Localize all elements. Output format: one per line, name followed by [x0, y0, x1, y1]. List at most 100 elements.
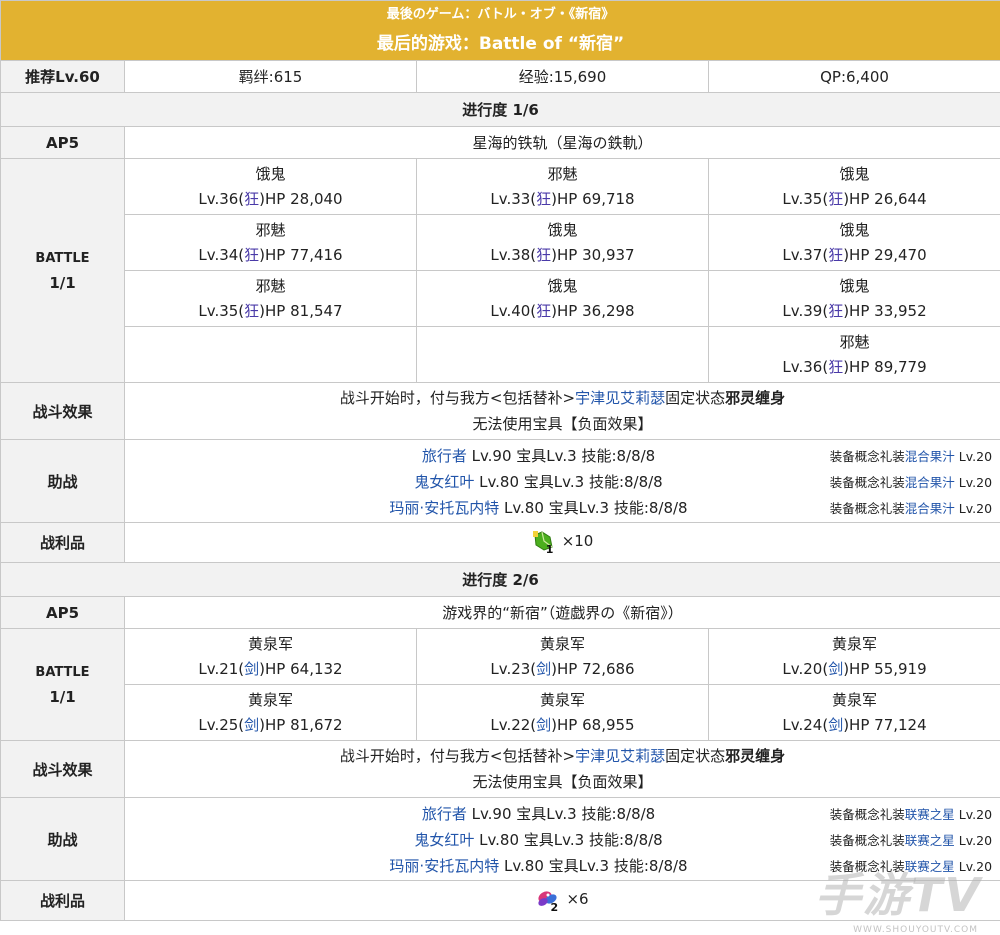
- servant-link[interactable]: 宇津见艾莉瑟: [575, 747, 665, 765]
- support-info: Lv.80 宝具Lv.3 技能:8/8/8: [499, 856, 688, 875]
- enemy-class: 狂: [244, 301, 260, 320]
- enemy-class: 狂: [536, 301, 552, 320]
- support-info: Lv.80 宝具Lv.3 技能:8/8/8: [474, 472, 663, 491]
- ce-level: Lv.20: [954, 448, 993, 464]
- support-row: 旅行者 Lv.90 宝具Lv.3 技能:8/8/8 装备概念礼装联赛之星 Lv.…: [125, 800, 1000, 826]
- support-servant-link[interactable]: 旅行者: [422, 805, 467, 823]
- gem-item-icon[interactable]: 2: [536, 887, 562, 914]
- battle-label-text: BATTLE: [35, 250, 90, 266]
- enemy-stats: Lv.22(剑)HP 68,955: [417, 713, 708, 738]
- enemy-name: 黄泉军: [247, 690, 293, 709]
- enemy-level: Lv.40(: [490, 301, 537, 320]
- enemy-class: 剑: [536, 715, 552, 734]
- quest-title-jp: 最後のゲーム：バトル・オブ・《新宿》: [386, 7, 615, 22]
- support-label: 助战: [0, 439, 125, 523]
- loot-item: 2 ×6: [536, 887, 589, 914]
- support-ce: 装备概念礼装混合果汁 Lv.20: [802, 498, 1000, 517]
- enemy-stats: Lv.39(狂)HP 33,952: [709, 299, 1000, 324]
- enemy-stats: Lv.35(狂)HP 81,547: [125, 299, 416, 324]
- enemy-name: 饿鬼: [255, 164, 286, 183]
- support-servant-link[interactable]: 玛丽·安托瓦内特: [389, 499, 499, 517]
- enemy-hp: )HP 81,672: [259, 715, 343, 734]
- qp-value: QP:6,400: [707, 60, 1000, 93]
- enemy-cell: 邪魅 Lv.34(狂)HP 77,416: [124, 214, 417, 271]
- enemy-hp: )HP 64,132: [259, 659, 343, 678]
- ce-level: Lv.20: [954, 832, 993, 848]
- support-servant-link[interactable]: 旅行者: [422, 447, 467, 465]
- enemy-level: Lv.23(: [490, 659, 537, 678]
- loot-count-badge: 1: [545, 542, 554, 556]
- ce-prefix: 装备概念礼装: [829, 474, 905, 490]
- enemy-class: 狂: [244, 189, 260, 208]
- loot-quantity: ×6: [566, 889, 589, 908]
- enemy-stats: Lv.23(剑)HP 72,686: [417, 657, 708, 682]
- servant-link[interactable]: 宇津见艾莉瑟: [575, 389, 665, 407]
- support-servant-link[interactable]: 玛丽·安托瓦内特: [389, 857, 499, 875]
- enemy-cell: 饿鬼 Lv.35(狂)HP 26,644: [707, 158, 1000, 215]
- enemy-name: 饿鬼: [839, 276, 870, 295]
- enemy-hp: )HP 55,919: [843, 659, 927, 678]
- enemy-name: 饿鬼: [547, 276, 578, 295]
- enemy-level: Lv.34(: [198, 245, 245, 264]
- enemy-stats: Lv.35(狂)HP 26,644: [709, 187, 1000, 212]
- enemy-level: Lv.38(: [490, 245, 537, 264]
- enemy-name: 饿鬼: [547, 220, 578, 239]
- quest-name: 星海的铁轨（星海の鉄軌）: [123, 126, 1000, 159]
- enemy-cell: 饿鬼 Lv.39(狂)HP 33,952: [707, 270, 1000, 327]
- ce-link[interactable]: 混合果汁: [905, 449, 955, 464]
- enemy-level: Lv.35(: [782, 189, 829, 208]
- enemy-hp: )HP 30,937: [551, 245, 635, 264]
- loot-cell: 1 ×10: [123, 522, 1000, 563]
- empty-cell: [416, 326, 709, 383]
- ce-prefix: 装备概念礼装: [829, 806, 905, 822]
- effect-label: 战斗效果: [0, 740, 125, 798]
- ce-link[interactable]: 联赛之星: [905, 807, 955, 822]
- enemy-level: Lv.33(: [490, 189, 537, 208]
- support-servant-link[interactable]: 鬼女红叶: [414, 473, 474, 491]
- support-main: 鬼女红叶 Lv.80 宝具Lv.3 技能:8/8/8: [125, 829, 802, 850]
- enemy-hp: )HP 72,686: [551, 659, 635, 678]
- enemy-class: 狂: [536, 189, 552, 208]
- quest-name: 游戏界的“新宿”（遊戯界の《新宿》）: [123, 596, 1000, 629]
- ce-link[interactable]: 混合果汁: [905, 501, 955, 516]
- green-item-icon[interactable]: 1: [532, 529, 558, 556]
- recommended-level: 推荐Lv.60: [0, 60, 125, 93]
- loot-item: 1 ×10: [532, 529, 594, 556]
- battle-label-text: BATTLE: [35, 664, 90, 680]
- ce-link[interactable]: 联赛之星: [905, 833, 955, 848]
- support-list: 旅行者 Lv.90 宝具Lv.3 技能:8/8/8 装备概念礼装混合果汁 Lv.…: [123, 439, 1000, 523]
- support-main: 旅行者 Lv.90 宝具Lv.3 技能:8/8/8: [125, 803, 802, 824]
- enemy-level: Lv.37(: [782, 245, 829, 264]
- enemy-class: 狂: [828, 245, 844, 264]
- enemy-hp: )HP 26,644: [843, 189, 927, 208]
- enemy-name: 饿鬼: [839, 220, 870, 239]
- ce-prefix: 装备概念礼装: [829, 500, 905, 516]
- enemy-stats: Lv.21(剑)HP 64,132: [125, 657, 416, 682]
- progress-1-title: 进行度 1/6: [0, 92, 1000, 127]
- exp-value: 经验:15,690: [416, 60, 709, 93]
- quest-title-cn: 最后的游戏：Battle of “新宿”: [376, 34, 625, 54]
- enemy-cell: 黄泉军 Lv.21(剑)HP 64,132: [124, 628, 417, 685]
- enemy-name: 黄泉军: [247, 634, 293, 653]
- support-ce: 装备概念礼装联赛之星 Lv.20: [802, 830, 1000, 849]
- ce-link[interactable]: 混合果汁: [905, 475, 955, 490]
- effect-line-1: 战斗开始时，付与我方<包括替补>宇津见艾莉瑟固定状态邪灵缠身: [125, 743, 1000, 769]
- support-ce: 装备概念礼装联赛之星 Lv.20: [802, 804, 1000, 823]
- enemy-cell: 饿鬼 Lv.40(狂)HP 36,298: [416, 270, 709, 327]
- enemy-cell: 邪魅 Lv.36(狂)HP 89,779: [707, 326, 1000, 383]
- battle-effect: 战斗开始时，付与我方<包括替补>宇津见艾莉瑟固定状态邪灵缠身 无法使用宝具【负面…: [123, 740, 1000, 798]
- enemy-cell: 黄泉军 Lv.22(剑)HP 68,955: [416, 684, 709, 741]
- support-servant-link[interactable]: 鬼女红叶: [414, 831, 474, 849]
- enemy-name: 邪魅: [547, 164, 578, 183]
- bond-value: 羁绊:615: [124, 60, 417, 93]
- effect-line-2: 无法使用宝具【负面效果】: [472, 415, 653, 433]
- enemy-cell: 黄泉军 Lv.24(剑)HP 77,124: [707, 684, 1000, 741]
- enemy-class: 狂: [828, 357, 844, 376]
- enemy-hp: )HP 69,718: [551, 189, 635, 208]
- site-watermark: 手游TV: [815, 868, 982, 922]
- support-main: 玛丽·安托瓦内特 Lv.80 宝具Lv.3 技能:8/8/8: [125, 855, 802, 876]
- quest-table: 最後のゲーム：バトル・オブ・《新宿》 最后的游戏：Battle of “新宿” …: [0, 0, 1000, 921]
- loot-quantity: ×10: [561, 531, 594, 550]
- quest-page: 最後のゲーム：バトル・オブ・《新宿》 最后的游戏：Battle of “新宿” …: [0, 0, 1000, 935]
- enemy-cell: 黄泉军 Lv.25(剑)HP 81,672: [124, 684, 417, 741]
